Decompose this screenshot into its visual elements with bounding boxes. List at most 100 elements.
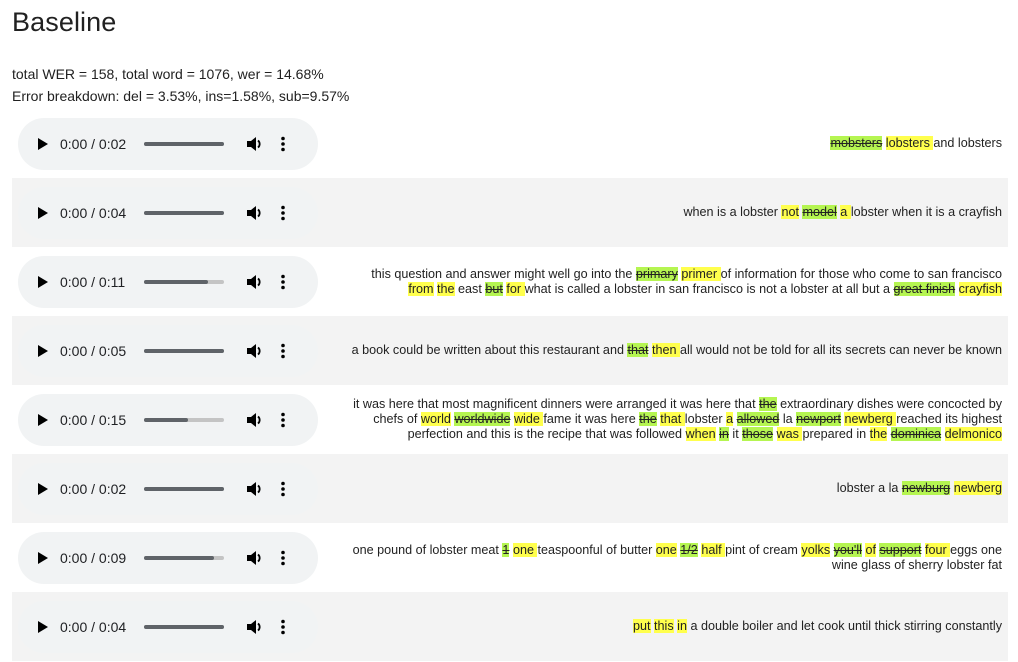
deleted-word: in	[719, 427, 729, 441]
matched-text: east	[454, 281, 486, 296]
matched-text: reached its highest	[896, 412, 1002, 426]
matched-text: it was here that most magnificent dinner…	[353, 397, 760, 411]
deleted-word: dominica	[890, 427, 942, 441]
audio-player[interactable]: 0:00 / 0:05	[18, 324, 318, 377]
seek-slider[interactable]	[144, 210, 224, 215]
matched-text: pint of cream	[725, 542, 802, 557]
deleted-word: primary	[635, 266, 678, 281]
seek-slider[interactable]	[144, 141, 224, 146]
audio-player[interactable]: 0:00 / 0:04	[18, 186, 318, 239]
audio-player[interactable]: 0:00 / 0:15	[18, 393, 318, 446]
volume-icon[interactable]	[246, 136, 264, 152]
play-icon[interactable]	[38, 620, 48, 633]
matched-text: lobster when it is a crayfish	[850, 205, 1002, 219]
playback-time: 0:00 / 0:02	[60, 480, 127, 497]
volume-icon[interactable]	[246, 205, 264, 221]
inserted-word: not	[781, 205, 799, 219]
play-icon[interactable]	[38, 344, 48, 357]
audio-player[interactable]: 0:00 / 0:04	[18, 600, 318, 653]
more-options-icon[interactable]	[280, 550, 286, 566]
matched-text: fame it was here	[543, 412, 640, 426]
matched-text: teaspoonful of butter	[537, 542, 656, 557]
volume-icon[interactable]	[246, 274, 264, 290]
seek-slider[interactable]	[144, 624, 224, 629]
buffered-bar	[144, 141, 224, 146]
inserted-word: a	[840, 205, 851, 219]
audio-player[interactable]: 0:00 / 0:02	[18, 462, 318, 515]
utterance-row: 0:00 / 0:02 mobsters lobsters and lobste…	[12, 109, 1008, 178]
matched-text: of information for those who come to san…	[720, 266, 1002, 281]
seek-slider[interactable]	[144, 486, 224, 491]
matched-text: wine glass of sherry lobster fat	[831, 557, 1002, 572]
volume-icon[interactable]	[246, 550, 264, 566]
matched-text: all would not be told for all its secret…	[679, 343, 1002, 357]
more-options-icon[interactable]	[280, 343, 286, 359]
inserted-word: wide	[513, 412, 544, 426]
more-options-icon[interactable]	[280, 481, 286, 497]
matched-text: when is a lobster	[683, 205, 782, 219]
more-options-icon[interactable]	[280, 412, 286, 428]
utterance-list: 0:00 / 0:02 mobsters lobsters and lobste…	[12, 109, 1008, 661]
more-options-icon[interactable]	[280, 136, 286, 152]
transcript-line: lobster a la newburg newberg	[338, 481, 1002, 496]
seek-slider[interactable]	[144, 348, 224, 353]
play-icon[interactable]	[38, 482, 48, 495]
transcript-line: this question and answer might well go i…	[338, 266, 1002, 282]
inserted-word: for	[506, 281, 525, 296]
play-icon[interactable]	[38, 413, 48, 426]
volume-icon[interactable]	[246, 343, 264, 359]
more-options-icon[interactable]	[280, 205, 286, 221]
play-icon[interactable]	[38, 206, 48, 219]
transcript-line: when is a lobster not model a lobster wh…	[338, 205, 1002, 220]
deleted-word: you'll	[833, 542, 862, 557]
deleted-word: newport	[796, 412, 841, 426]
seek-slider[interactable]	[144, 417, 224, 422]
matched-text: extraordinary dishes were concocted by	[776, 397, 1002, 411]
buffered-bar	[144, 279, 208, 284]
utterance-row: 0:00 / 0:02 lobster a la newburg newberg	[12, 454, 1008, 523]
transcript-line: perfection and this is the recipe that w…	[338, 427, 1002, 442]
utterance-row: 0:00 / 0:04 put this in a double boiler …	[12, 592, 1008, 661]
audio-player[interactable]: 0:00 / 0:09	[18, 531, 318, 584]
play-icon[interactable]	[38, 137, 48, 150]
matched-text: this question and answer might well go i…	[371, 266, 636, 281]
matched-text: and lobsters	[933, 136, 1002, 150]
seek-slider[interactable]	[144, 279, 224, 284]
inserted-word: one	[655, 542, 677, 557]
transcript-line: wine glass of sherry lobster fat	[338, 558, 1002, 573]
volume-icon[interactable]	[246, 412, 264, 428]
utterance-row: 0:00 / 0:05 a book could be written abou…	[12, 316, 1008, 385]
volume-icon[interactable]	[246, 481, 264, 497]
deleted-word: great finish	[893, 281, 956, 296]
playback-time: 0:00 / 0:09	[60, 549, 127, 566]
buffered-bar	[144, 210, 224, 215]
page-title: Baseline	[12, 7, 117, 37]
inserted-word: that	[660, 412, 685, 426]
inserted-word: the	[437, 281, 455, 296]
more-options-icon[interactable]	[280, 619, 286, 635]
play-icon[interactable]	[38, 275, 48, 288]
inserted-word: was	[776, 427, 803, 441]
inserted-word: in	[677, 619, 687, 633]
play-icon[interactable]	[38, 551, 48, 564]
matched-text: perfection and this is the recipe that w…	[407, 427, 686, 441]
audio-player[interactable]: 0:00 / 0:02	[18, 117, 318, 170]
inserted-word: yolks	[801, 542, 831, 557]
playback-time: 0:00 / 0:05	[60, 342, 127, 359]
error-breakdown: Error breakdown: del = 3.53%, ins=1.58%,…	[12, 88, 350, 104]
inserted-word: of	[865, 542, 876, 557]
inserted-word: crayfish	[958, 281, 1002, 296]
inserted-word: world	[420, 412, 451, 426]
volume-icon[interactable]	[246, 619, 264, 635]
audio-player[interactable]: 0:00 / 0:11	[18, 255, 318, 308]
seek-slider[interactable]	[144, 555, 224, 560]
inserted-word: newberg	[953, 481, 1002, 495]
buffered-bar	[144, 417, 188, 422]
more-options-icon[interactable]	[280, 274, 286, 290]
transcript-line: chefs of world worldwide wide fame it wa…	[338, 412, 1002, 427]
matched-text: a book could be written about this resta…	[351, 343, 628, 357]
utterance-row: 0:00 / 0:11 this question and answer mig…	[12, 247, 1008, 316]
buffered-bar	[144, 486, 224, 491]
inserted-word: primer	[681, 266, 721, 281]
inserted-word: half	[701, 542, 726, 557]
